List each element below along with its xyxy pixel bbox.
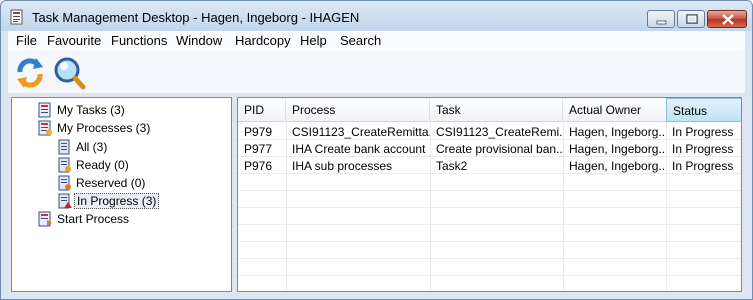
row-divider [238, 173, 741, 174]
column-header-status[interactable]: Status [666, 98, 741, 122]
cell-pid: P979 [244, 125, 273, 139]
column-header-task[interactable]: Task [430, 98, 563, 122]
maximize-icon [686, 14, 698, 24]
cell-task: CSI91123_CreateRemi... [436, 125, 563, 139]
cell-pid: P977 [244, 142, 273, 156]
row-divider [238, 241, 741, 242]
list-reserved-icon [58, 175, 71, 191]
column-header-pid[interactable]: PID [238, 98, 286, 122]
tasks-icon [38, 102, 51, 118]
list-inprogress-icon [58, 193, 72, 209]
tree-item-label: All (3) [76, 140, 108, 154]
tree-item-label: My Processes (3) [57, 121, 151, 135]
cell-status: In Progress [672, 159, 734, 173]
cell-task: Task2 [436, 159, 468, 173]
row-divider [238, 275, 741, 276]
main-window: Task Management Desktop - Hagen, Ingebor… [0, 0, 753, 300]
row-divider [238, 207, 741, 208]
cell-actual-owner: Hagen, Ingeborg... [569, 142, 666, 156]
cell-actual-owner: Hagen, Ingeborg... [569, 125, 666, 139]
close-icon [722, 14, 734, 25]
title-bar[interactable]: Task Management Desktop - Hagen, Ingebor… [1, 1, 752, 31]
tree-item-label: Ready (0) [76, 158, 129, 172]
task-table: PID Process Task Actual Owner Status P97… [237, 97, 742, 292]
table-header: PID Process Task Actual Owner Status [238, 98, 741, 122]
minimize-button[interactable] [647, 10, 675, 28]
window-title: Task Management Desktop - Hagen, Ingebor… [32, 10, 360, 25]
row-divider [238, 258, 741, 259]
menu-functions[interactable]: Functions [111, 33, 167, 48]
column-header-actual-owner[interactable]: Actual Owner [563, 98, 667, 122]
start-process-icon [38, 211, 52, 227]
cell-actual-owner: Hagen, Ingeborg... [569, 159, 666, 173]
app-icon [10, 9, 23, 25]
cell-process: CSI91123_CreateRemitta... [292, 125, 430, 139]
cell-process: IHA Create bank account [292, 142, 426, 156]
tree-item-label: Reserved (0) [76, 176, 146, 190]
search-button[interactable] [51, 55, 87, 91]
menu-file[interactable]: File [16, 33, 37, 48]
menu-hardcopy[interactable]: Hardcopy [235, 33, 291, 48]
minimize-icon [656, 20, 667, 25]
refresh-button[interactable] [12, 55, 48, 91]
cell-process: IHA sub processes [292, 159, 393, 173]
refresh-icon [17, 58, 43, 88]
list-icon [58, 139, 70, 155]
navigation-tree: My Tasks (3) My Processes (3) All (3) Re… [11, 97, 232, 292]
menu-search[interactable]: Search [340, 33, 381, 48]
menu-window[interactable]: Window [176, 33, 222, 48]
menu-bar: File Favourite Functions Window Hardcopy… [8, 31, 745, 51]
toolbar [8, 51, 745, 93]
close-button[interactable] [707, 10, 747, 28]
row-divider [238, 190, 741, 191]
processes-icon [38, 120, 52, 136]
row-divider [238, 224, 741, 225]
column-header-process[interactable]: Process [286, 98, 430, 122]
cell-pid: P976 [244, 159, 273, 173]
menu-favourite[interactable]: Favourite [47, 33, 101, 48]
maximize-button[interactable] [677, 10, 705, 28]
tree-item-label: In Progress (3) [74, 193, 160, 209]
tree-item-label: My Tasks (3) [57, 103, 125, 117]
cell-task: Create provisional ban... [436, 142, 563, 156]
tree-item-label: Start Process [57, 212, 130, 226]
cell-status: In Progress [672, 142, 734, 156]
magnifier-icon [54, 57, 86, 90]
content-area: My Tasks (3) My Processes (3) All (3) Re… [8, 93, 745, 293]
cell-status: In Progress [672, 125, 734, 139]
list-ready-icon [58, 157, 71, 173]
menu-help[interactable]: Help [300, 33, 327, 48]
